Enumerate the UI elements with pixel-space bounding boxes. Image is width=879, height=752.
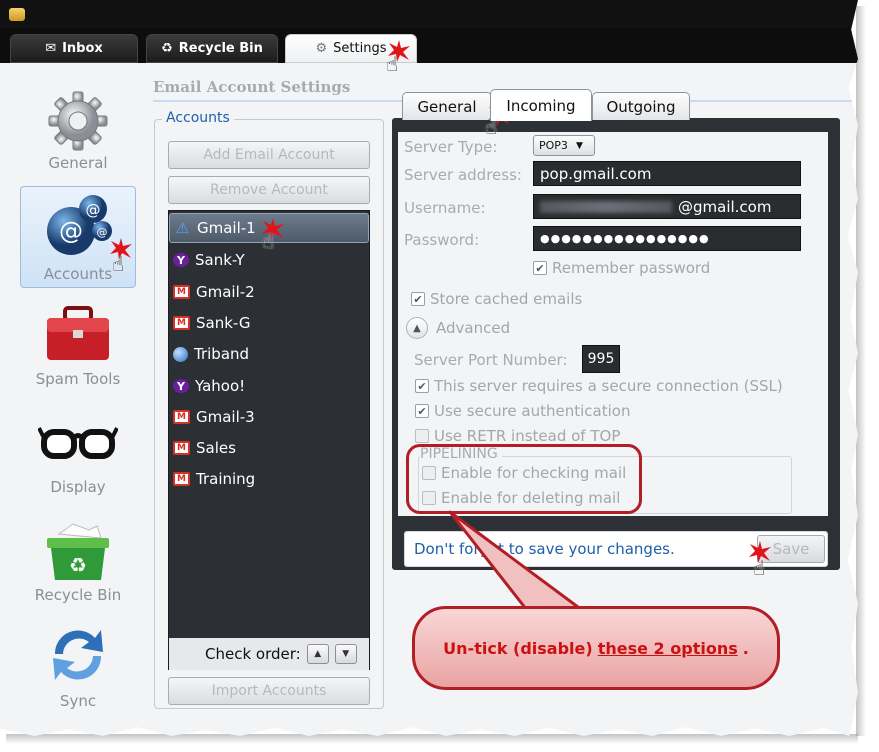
app-window: ✉ Inbox ♻ Recycle Bin ⚙ Settings General… bbox=[0, 0, 858, 736]
frame-shadow-right bbox=[856, 6, 866, 736]
pointer-hand-icon: ☝ bbox=[112, 252, 125, 276]
highlight-ring bbox=[406, 444, 642, 514]
pointer-hand-icon: ☝ bbox=[386, 52, 399, 76]
callout-text-link: these 2 options bbox=[597, 638, 738, 658]
callout-text-suffix: . bbox=[742, 638, 749, 658]
pointer-hand-icon: ☝ bbox=[753, 556, 766, 580]
pointer-hand-icon: ☝ bbox=[262, 229, 275, 253]
tab-incoming[interactable]: Incoming bbox=[490, 89, 592, 121]
callout-text-prefix: Un-tick (disable) bbox=[443, 638, 593, 658]
instruction-callout: Un-tick (disable) these 2 options . bbox=[412, 606, 780, 690]
frame-shadow-bottom bbox=[6, 734, 858, 744]
